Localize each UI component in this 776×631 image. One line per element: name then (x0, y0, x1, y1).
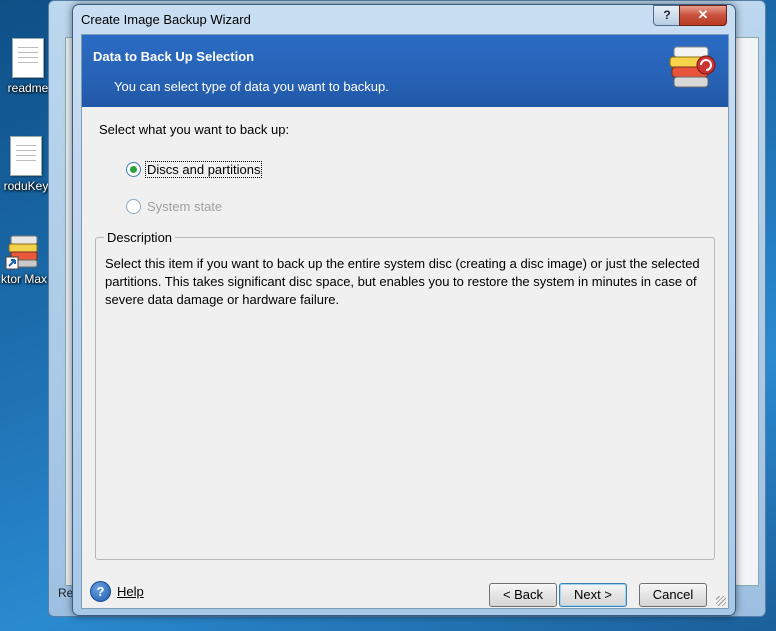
next-button[interactable]: Next > (559, 583, 627, 607)
radio-checked-icon[interactable] (126, 162, 141, 177)
option-label[interactable]: Discs and partitions (144, 161, 263, 178)
wizard-window[interactable]: Create Image Backup Wizard ? ✕ Data to B… (72, 4, 736, 616)
backup-logo-icon (664, 43, 718, 97)
background-window-scrollbar[interactable] (733, 37, 759, 586)
desktop-icon-label: roduKey (3, 179, 49, 193)
radio-unchecked-icon[interactable] (126, 199, 141, 214)
header-title: Data to Back Up Selection (93, 49, 255, 64)
help-link[interactable]: ? Help (90, 581, 144, 602)
description-groupbox: Description Select this item if you want… (95, 230, 715, 560)
wizard-client-area: Data to Back Up Selection You can select… (81, 34, 729, 609)
help-icon[interactable]: ? (90, 581, 111, 602)
option-system-state[interactable]: System state (126, 199, 223, 214)
desktop-icon-label: ktor Max (0, 272, 47, 286)
option-label[interactable]: System state (146, 199, 223, 214)
back-button[interactable]: < Back (489, 583, 557, 607)
maxtor-app-icon (5, 232, 43, 270)
help-label[interactable]: Help (117, 584, 144, 599)
resize-grip[interactable] (716, 596, 726, 606)
text-document-icon (10, 136, 42, 176)
description-legend: Description (104, 230, 176, 245)
header-subtitle: You can select type of data you want to … (114, 79, 389, 94)
title-bar[interactable]: Create Image Backup Wizard ? ✕ (73, 5, 735, 33)
wizard-header: Data to Back Up Selection You can select… (82, 35, 728, 107)
option-discs-and-partitions[interactable]: Discs and partitions (126, 161, 263, 178)
close-button[interactable]: ✕ (679, 5, 727, 26)
title-help-button[interactable]: ? (653, 5, 681, 26)
window-title: Create Image Backup Wizard (81, 12, 251, 27)
selection-prompt: Select what you want to back up: (99, 122, 290, 137)
desktop-icon-maxtor[interactable]: ktor Max (0, 232, 54, 286)
text-document-icon (12, 38, 44, 78)
desktop-icon-label: readme (7, 81, 49, 95)
cancel-button[interactable]: Cancel (639, 583, 707, 607)
description-text: Select this item if you want to back up … (105, 256, 700, 307)
